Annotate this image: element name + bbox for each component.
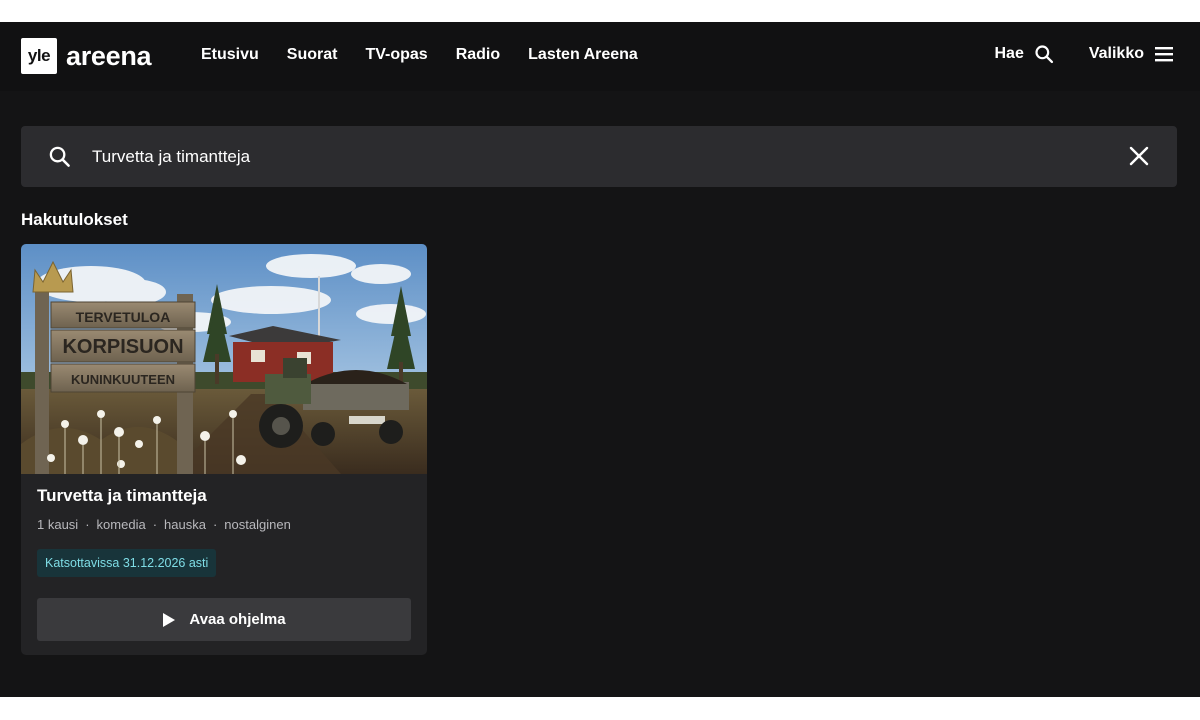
search-button[interactable]: Hae [994, 44, 1053, 64]
app-screen: yle areena Etusivu Suorat TV-opas Radio … [0, 22, 1200, 697]
availability-badge: Katsottavissa 31.12.2026 asti [37, 549, 217, 577]
tag-mood-1: hauska [164, 517, 206, 532]
nav-item-radio[interactable]: Radio [456, 46, 500, 64]
header-actions: Hae Valikko [994, 44, 1174, 64]
sign-line-3: KUNINKUUTEEN [71, 372, 175, 387]
tag-separator: · [85, 517, 90, 532]
sign-line-1: TERVETULOA [76, 309, 171, 325]
areena-wordmark: areena [66, 40, 152, 71]
tag-mood-2: nostalginen [224, 517, 291, 532]
search-icon [49, 146, 70, 167]
program-thumbnail[interactable]: TERVETULOA KORPISUON KUNINKUUTEEN [21, 244, 427, 474]
results-heading: Hakutulokset [21, 210, 128, 229]
tag-separator: · [212, 517, 218, 532]
yle-areena-logo[interactable]: yle areena [21, 38, 152, 74]
play-icon [163, 612, 176, 627]
tag-season: 1 kausi [37, 517, 79, 532]
program-title[interactable]: Turvetta ja timantteja [37, 486, 207, 506]
search-input[interactable] [92, 126, 992, 187]
search-icon [1035, 45, 1053, 64]
nav-item-lasten-areena[interactable]: Lasten Areena [528, 46, 638, 64]
tag-separator: · [152, 517, 158, 532]
menu-button-label: Valikko [1088, 45, 1144, 62]
nav-item-tv-opas[interactable]: TV-opas [365, 46, 427, 64]
nav-item-etusivu[interactable]: Etusivu [201, 46, 259, 64]
sign-line-2: KORPISUON [62, 336, 183, 358]
open-program-label: Avaa ohjelma [189, 611, 286, 628]
search-button-label: Hae [994, 45, 1024, 62]
close-icon[interactable] [1129, 146, 1149, 166]
search-bar [21, 126, 1177, 187]
top-navigation: yle areena Etusivu Suorat TV-opas Radio … [0, 22, 1200, 91]
yle-logo-box: yle [21, 38, 57, 74]
main-nav: Etusivu Suorat TV-opas Radio Lasten Aree… [201, 46, 666, 64]
menu-button[interactable]: Valikko [1089, 45, 1174, 63]
nav-item-suorat[interactable]: Suorat [287, 46, 338, 64]
tag-genre: komedia [96, 517, 146, 532]
menu-icon [1155, 47, 1173, 62]
open-program-button[interactable]: Avaa ohjelma [37, 598, 411, 641]
program-tags: 1 kausi · komedia · hauska · nostalginen [37, 517, 291, 532]
result-card[interactable]: TERVETULOA KORPISUON KUNINKUUTEEN Turvet… [21, 244, 427, 655]
